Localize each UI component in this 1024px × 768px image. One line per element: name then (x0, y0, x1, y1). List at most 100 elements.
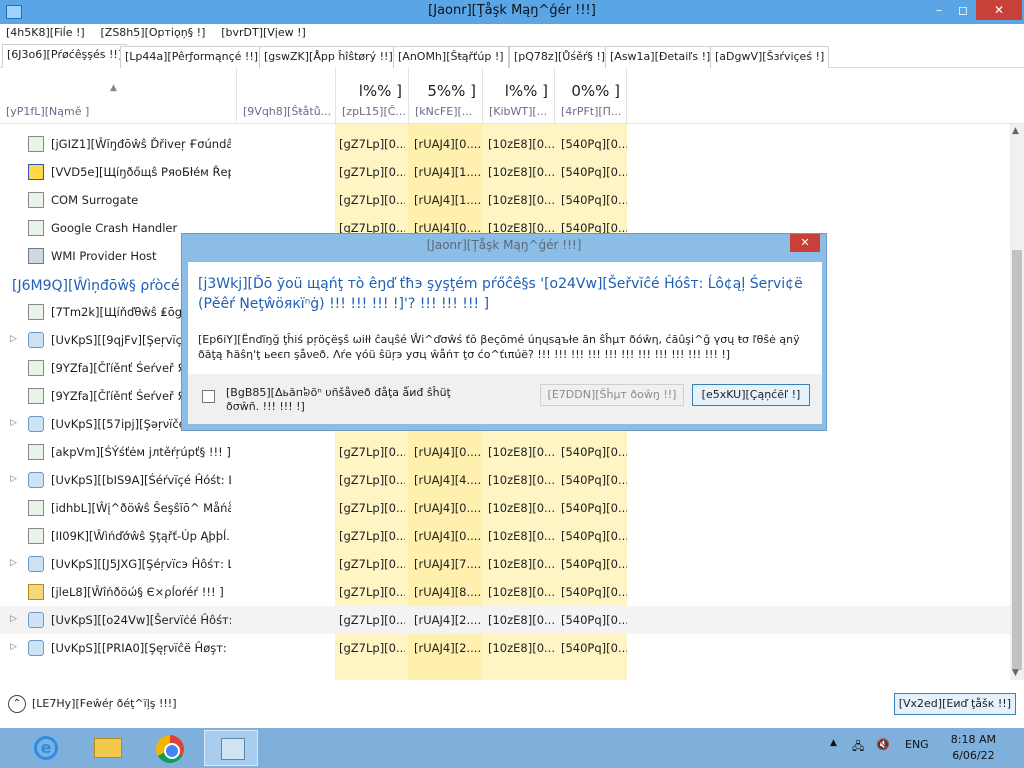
process-row[interactable]: ▷ [UvKpS][[o24Vw][Šеrvïċé Ĥôśт: ... [gZ7Lp… (0, 606, 1010, 634)
process-row[interactable]: [idhbL][Ŵį^ðöŵŝ Ŝеşŝĭō^ Мåńåģ... [gZ7Lp][… (0, 494, 1010, 522)
process-name: [UvKpS][[o24Vw][Šеrvïċé Ĥôśт: ... (51, 613, 231, 627)
network-value: [540Pq][0... (561, 529, 627, 543)
abandon-unsaved-checkbox[interactable] (202, 390, 215, 403)
tab-startup[interactable]: [AnOMh][Ŝŧąřťúр !] (393, 46, 509, 68)
scroll-up-icon[interactable]: ▲ (1012, 126, 1019, 136)
cpu-value: [gZ7Lp][0... (339, 137, 405, 151)
taskbar-chrome[interactable] (142, 730, 196, 766)
expand-chevron-icon[interactable]: ▷ (10, 614, 18, 624)
title-bar[interactable]: [Jaonr][Ţåşk Mąŋ^ǵér !!!] – ◻ ✕ (0, 0, 1024, 24)
vertical-scrollbar[interactable]: ▲ ▼ (1010, 124, 1024, 680)
tab-performance[interactable]: [Lp44a][Pêrƒormąnçé !!] (120, 46, 264, 68)
cpu-value: [gZ7Lp][0... (339, 445, 405, 459)
window-icon (28, 304, 44, 320)
task-manager-window: [Jaonr][Ţåşk Mąŋ^ǵér !!!] – ◻ ✕ [4h5K8][… (0, 0, 1024, 728)
memory-value: [rUAJ4][8.... (414, 585, 480, 599)
network-value: [540Pq][0... (561, 445, 627, 459)
tab-processes[interactable]: [6J3o6][Ρŕøćêşşés !!] (2, 44, 128, 68)
memory-value: [rUAJ4][1.... (414, 193, 480, 207)
window-icon (28, 136, 44, 152)
confirm-dialog: [Jaonr][Ţåşk Mąŋ^ǵér !!!] ✕ [j3Wkj][Ďō ў… (181, 233, 827, 431)
process-row[interactable]: [VVD5e][Щíŋðőщŝ РяоБłе́м Řер... [gZ7Lp][0… (0, 158, 1010, 186)
column-name[interactable]: [yP1fL][Nąmě ] (0, 68, 236, 124)
tray-expand-icon[interactable]: ▲ (830, 738, 837, 748)
process-name: [II09K][Ŵìńďσ́ŵŝ Şţąřť-Úр Ąþþĺ... (51, 529, 231, 543)
column-network-pct: 0%% ] (571, 82, 620, 100)
tab-services[interactable]: [aDgwV][Šзŕviçeś !] (710, 46, 830, 68)
tab-app-history[interactable]: [gswZK][Åрр ĥîŝtørý !!] (259, 46, 398, 68)
cpu-value: [gZ7Lp][0... (339, 165, 405, 179)
volume-muted-icon[interactable]: 🔇 (876, 738, 890, 751)
tab-users[interactable]: [pQ78z][Ůśěŕ§ !] (509, 46, 611, 68)
expand-chevron-icon[interactable]: ▷ (10, 642, 18, 652)
memory-value: [rUAJ4][4.... (414, 473, 480, 487)
column-cpu[interactable]: l%% ] [zpL15][Ĉ... (335, 68, 408, 124)
menu-bar: [4h5K8][Fiĺe !] [ZS8h5][Oртіǫņ§ !] [bvrD… (0, 24, 1024, 44)
language-indicator[interactable]: ENG (905, 738, 929, 751)
maximize-button[interactable]: ◻ (950, 0, 976, 20)
network-value: [540Pq][0... (561, 193, 627, 207)
column-network[interactable]: 0%% ] [4rPFt][П... (554, 68, 627, 124)
cpu-value: [gZ7Lp][0... (339, 501, 405, 515)
tab-details[interactable]: [Asw1a][Ðetaiľs !] (605, 46, 716, 68)
network-value: [540Pq][0... (561, 557, 627, 571)
shut-down-button[interactable]: [E7DDN][Šĥμт ðоŵŋ !!] (540, 384, 684, 406)
network-value: [540Pq][0... (561, 641, 627, 655)
disk-value: [10zE8][0... (488, 613, 554, 627)
cpu-value: [gZ7Lp][0... (339, 641, 405, 655)
disk-value: [10zE8][0... (488, 585, 554, 599)
process-row[interactable]: [II09K][Ŵìńďσ́ŵŝ Şţąřť-Úр Ąþþĺ... [gZ7Lp]… (0, 522, 1010, 550)
task-manager-icon (221, 738, 245, 760)
dialog-close-button[interactable]: ✕ (790, 234, 820, 252)
taskbar: e ▲ 🖧 🔇 ENG 8:18 AM 6/06/22 (0, 728, 1024, 768)
column-disk[interactable]: l%% ] [KibWT][... (482, 68, 554, 124)
memory-value: [rUAJ4][0.... (414, 445, 480, 459)
process-row[interactable]: COM Surrogate [gZ7Lp][0... [rUAJ4][1.... [1… (0, 186, 1010, 214)
group-header-windows-processes[interactable]: [J6M9Q][Ŵìņđōŵ§ ρŕòcé (12, 278, 180, 294)
abandon-unsaved-label[interactable]: [BgB85][Δьăп៦õⁿ υñšåνеð đåţа ǻиđ ŝĥüţ ðσ… (226, 386, 486, 414)
network-value: [540Pq][0... (561, 585, 627, 599)
expand-chevron-icon[interactable]: ▷ (10, 558, 18, 568)
column-memory[interactable]: 5%% ] [kNcFE][... (408, 68, 482, 124)
menu-file[interactable]: [4h5K8][Fiĺe !] (0, 24, 91, 41)
column-status[interactable]: [9Vqh8][Ŝŧåtů... (236, 68, 335, 124)
scroll-thumb[interactable] (1012, 250, 1022, 670)
taskbar-internet-explorer[interactable]: e (18, 730, 72, 766)
close-button[interactable]: ✕ (976, 0, 1022, 20)
column-memory-pct: 5%% ] (427, 82, 476, 100)
gear-icon (28, 640, 44, 656)
window-icon (28, 360, 44, 376)
column-header: ▲ [yP1fL][Nąmě ] [9Vqh8][Ŝŧåtů... l%% ] … (0, 68, 1024, 124)
cancel-button[interactable]: [e5xKU][Çąņćēľ !] (692, 384, 810, 406)
expand-chevron-icon[interactable]: ▷ (10, 418, 18, 428)
network-icon[interactable]: 🖧 (852, 738, 864, 757)
menu-view[interactable]: [bvrDT][Vįew !] (215, 24, 312, 41)
minimize-button[interactable]: – (926, 0, 952, 20)
process-row[interactable]: ▷ [UvKpS][[J5JXG][Şéŗvïcэ Ĥôśт: L... [gZ7L… (0, 550, 1010, 578)
process-name: COM Surrogate (51, 193, 139, 207)
expand-chevron-icon[interactable]: ▷ (10, 334, 18, 344)
process-row[interactable]: [jleL8][Ŵîńðöώ§ Є×ρĺоŕéŕ !!! ] [gZ7Lp][0.… (0, 578, 1010, 606)
taskbar-file-explorer[interactable] (80, 730, 134, 766)
expand-chevron-icon[interactable]: ▷ (10, 474, 18, 484)
process-row[interactable]: ▷ [UvKpS][[bIS9A][Śéŕvïçé Ĥóśt: Ľ... [gZ7L… (0, 466, 1010, 494)
cpu-value: [gZ7Lp][0... (339, 613, 405, 627)
window-icon (28, 500, 44, 516)
process-name: [akpVm][ŚÝśťėм јлtěŕŗúрť§ !!! ] (51, 445, 231, 459)
process-row[interactable]: [akpVm][ŚÝśťėм јлtěŕŗúрť§ !!! ] [gZ7Lp][0… (0, 438, 1010, 466)
process-row[interactable]: ▷ [UvKpS][[PRIA0][Şęŗνïĉë Ĥøşт: ... [gZ7Lp… (0, 634, 1010, 662)
cpu-value: [gZ7Lp][0... (339, 193, 405, 207)
disk-value: [10zE8][0... (488, 557, 554, 571)
gear-icon (28, 472, 44, 488)
fewer-details-link[interactable]: ⌃ [LE7Hy][Fеŵéŗ ðéţ^ïļş !!!] (8, 695, 177, 713)
process-name: [idhbL][Ŵį^ðöŵŝ Ŝеşŝĭō^ Мåńåģ... (51, 501, 231, 515)
taskbar-task-manager[interactable] (204, 730, 258, 766)
clock[interactable]: 8:18 AM 6/06/22 (951, 732, 996, 764)
process-row[interactable]: [jGIZ1][Ŵĭŋđōŵŝ Ďřivеŗ Ғσúndâ... [gZ7Lp][… (0, 130, 1010, 158)
menu-options[interactable]: [ZS8h5][Oртіǫņ§ !] (95, 24, 212, 41)
cpu-value: [gZ7Lp][0... (339, 585, 405, 599)
window-icon (28, 388, 44, 404)
end-task-button[interactable]: [Vx2ed][Eиď ţåšк !!] (893, 693, 1016, 715)
scroll-down-icon[interactable]: ▼ (1012, 668, 1019, 678)
process-name: [jleL8][Ŵîńðöώ§ Є×ρĺоŕéŕ !!! ] (51, 585, 224, 599)
